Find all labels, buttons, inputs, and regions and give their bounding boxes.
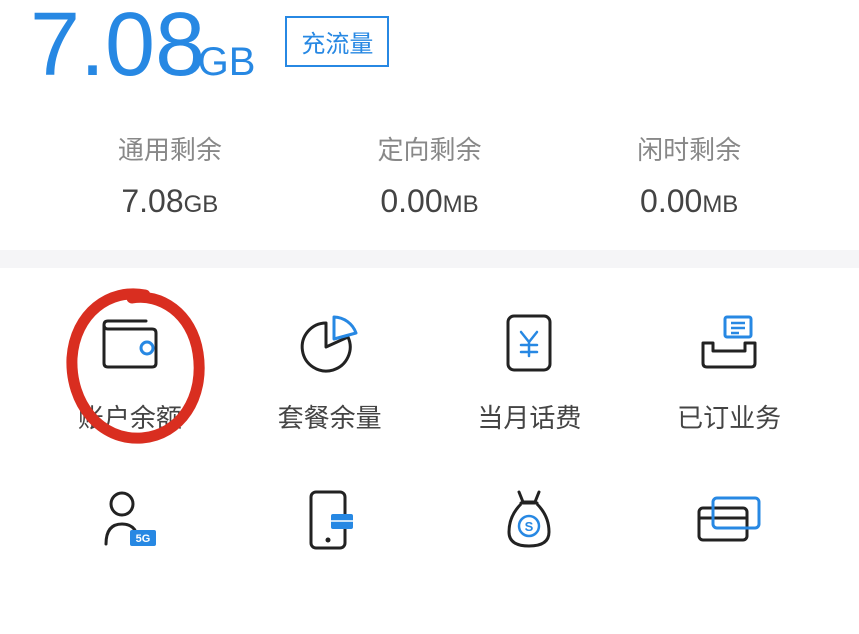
- menu-label: 套餐余量: [278, 398, 382, 435]
- money-bag-icon: S: [494, 485, 564, 555]
- stat-value-wrap: 7.08GB: [40, 183, 300, 220]
- menu-package-balance[interactable]: 套餐余量: [230, 308, 430, 435]
- stat-label: 通用剩余: [40, 130, 300, 167]
- stat-value-wrap: 0.00MB: [559, 183, 819, 220]
- svg-text:5G: 5G: [136, 533, 151, 545]
- total-data: 7.08 GB: [30, 0, 255, 90]
- stat-general-remaining[interactable]: 通用剩余 7.08GB: [40, 130, 300, 220]
- stat-value: 7.08: [121, 183, 183, 219]
- wallet-icon: [95, 308, 165, 378]
- stat-value: 0.00: [640, 183, 702, 219]
- user-5g-icon: 5G: [95, 485, 165, 555]
- recharge-data-button[interactable]: 充流量: [285, 16, 389, 67]
- stat-value-wrap: 0.00MB: [300, 183, 560, 220]
- stat-unit: MB: [702, 191, 738, 218]
- menu-money-bag[interactable]: S: [430, 485, 630, 575]
- stat-value: 0.00: [380, 183, 442, 219]
- menu-cards[interactable]: [629, 485, 829, 575]
- total-data-unit: GB: [198, 40, 256, 84]
- menu-label: 当月话费: [477, 398, 581, 435]
- stat-idle-remaining[interactable]: 闲时剩余 0.00MB: [559, 130, 819, 220]
- menu-label: 已订业务: [677, 398, 781, 435]
- stat-label: 闲时剩余: [559, 130, 819, 167]
- pie-chart-icon: [295, 308, 365, 378]
- menu-phone-recharge[interactable]: [230, 485, 430, 575]
- menu-row-1: 账户余额 套餐余量 当月话费: [30, 308, 829, 435]
- stat-unit: MB: [443, 191, 479, 218]
- stat-directed-remaining[interactable]: 定向剩余 0.00MB: [300, 130, 560, 220]
- menu-section: 账户余额 套餐余量 当月话费: [0, 268, 859, 575]
- phone-card-icon: [295, 485, 365, 555]
- menu-subscribed-services[interactable]: 已订业务: [629, 308, 829, 435]
- menu-row-2: 5G: [30, 485, 829, 575]
- menu-user-5g[interactable]: 5G: [30, 485, 230, 575]
- menu-label: 账户余额: [78, 398, 182, 435]
- data-header: 7.08 GB 充流量: [30, 0, 829, 90]
- cards-icon: [694, 485, 764, 555]
- total-data-value: 7.08: [30, 0, 205, 95]
- section-divider: [0, 250, 859, 268]
- stat-label: 定向剩余: [300, 130, 560, 167]
- svg-text:S: S: [525, 519, 534, 534]
- data-stats-row: 通用剩余 7.08GB 定向剩余 0.00MB 闲时剩余 0.00MB: [30, 130, 829, 220]
- stat-unit: GB: [184, 191, 219, 218]
- inbox-icon: [694, 308, 764, 378]
- data-usage-section: 7.08 GB 充流量 通用剩余 7.08GB 定向剩余 0.00MB 闲时剩余…: [0, 0, 859, 250]
- bill-icon: [494, 308, 564, 378]
- menu-monthly-bill[interactable]: 当月话费: [430, 308, 630, 435]
- menu-account-balance[interactable]: 账户余额: [30, 308, 230, 435]
